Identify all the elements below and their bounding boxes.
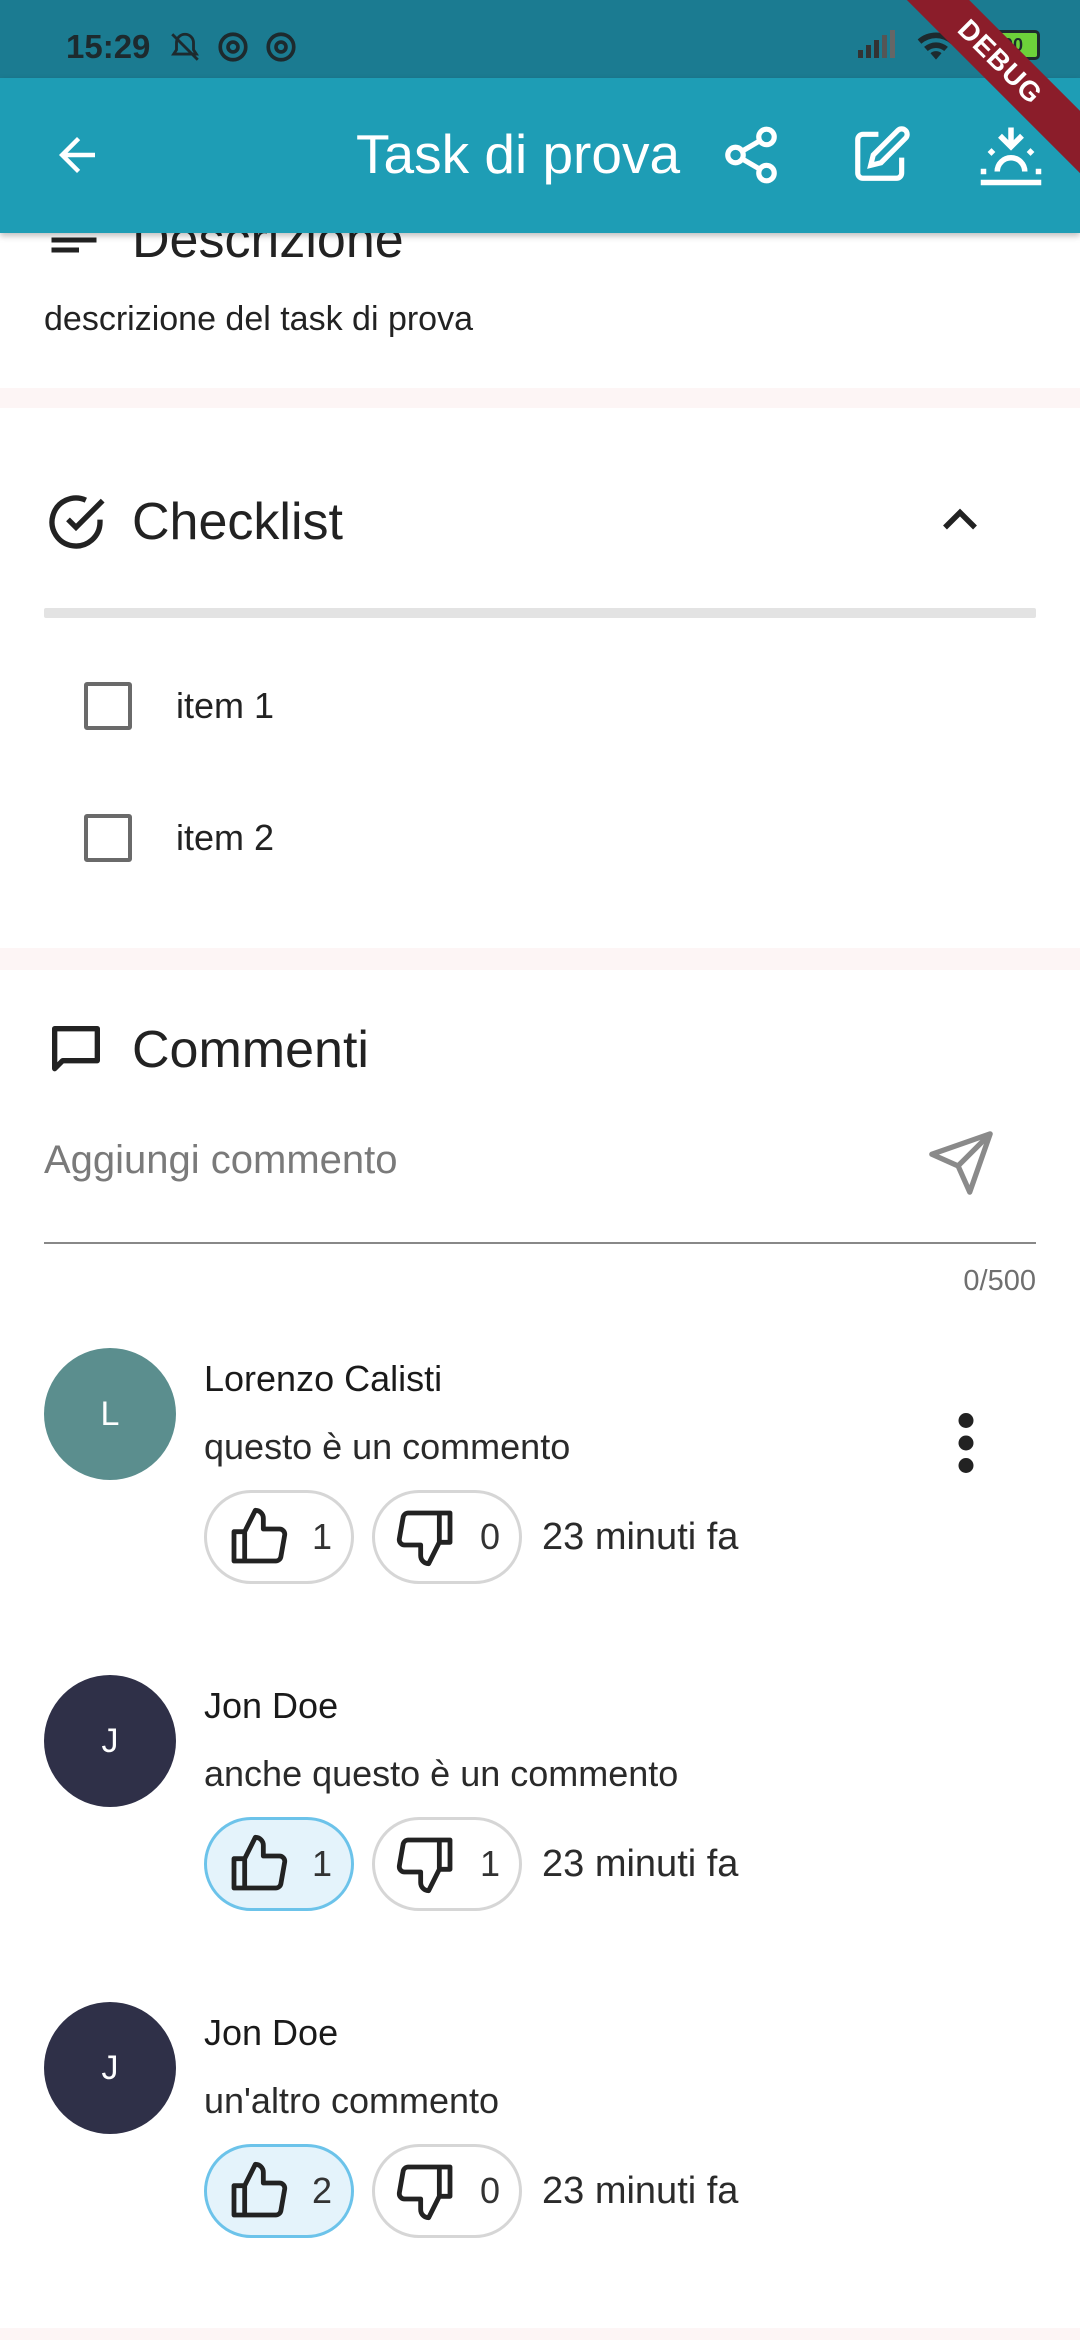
checklist-item[interactable]: item 1 (84, 682, 274, 730)
like-button[interactable]: 2 (204, 2144, 354, 2238)
block-icon (218, 32, 248, 62)
dislike-count: 0 (479, 2170, 501, 2211)
checkbox[interactable] (84, 682, 132, 730)
checklist-progress-bar (44, 608, 1036, 618)
share-icon (725, 126, 777, 184)
checklist-item[interactable]: item 2 (84, 814, 274, 862)
page-title: Task di prova (356, 123, 681, 185)
thumb-down-icon (396, 1510, 453, 1567)
comment-reactions: 1 0 23 minuti fa (204, 1490, 738, 1584)
comment-input[interactable]: Aggiungi commento (44, 1128, 1036, 1244)
send-icon (929, 1131, 993, 1195)
checklist-title: Checklist (132, 493, 343, 551)
like-count: 1 (311, 1843, 333, 1884)
sunset-icon (980, 127, 1042, 186)
avatar-initial: J (101, 2048, 119, 2087)
dislike-count: 1 (479, 1843, 501, 1884)
signal-icon (858, 30, 895, 58)
comment-timestamp: 23 minuti fa (542, 1842, 739, 1885)
thumb-up-icon (231, 2161, 288, 2218)
more-vert-icon (958, 1413, 974, 1473)
status-time: 15:29 (66, 28, 151, 65)
thumb-down-icon (396, 2164, 453, 2221)
share-button[interactable] (706, 110, 796, 200)
avatar: J (44, 2002, 176, 2134)
back-button[interactable] (32, 110, 122, 200)
edit-button[interactable] (836, 110, 926, 200)
chevron-up-icon (943, 508, 977, 530)
comment-timestamp: 23 minuti fa (542, 2169, 739, 2212)
dislike-button[interactable]: 0 (372, 1490, 522, 1584)
like-count: 1 (311, 1516, 333, 1557)
checklist-header: Checklist (44, 490, 343, 554)
description-text: descrizione del task di prova (44, 300, 474, 338)
thumb-up-icon (231, 1507, 288, 1564)
avatar: J (44, 1675, 176, 1807)
dislike-button[interactable]: 0 (372, 2144, 522, 2238)
section-divider (0, 948, 1080, 970)
comment-author: Lorenzo Calisti (204, 1358, 443, 1399)
avatar: L (44, 1348, 176, 1480)
like-button[interactable]: 1 (204, 1490, 354, 1584)
thumb-down-icon (396, 1837, 453, 1894)
character-counter: 0/500 (963, 1265, 1036, 1297)
comment-icon (52, 1026, 100, 1072)
comments-title: Commenti (132, 1021, 369, 1079)
comment-more-button[interactable] (946, 1408, 986, 1478)
check-circle-icon (49, 495, 105, 549)
status-notification-icons (168, 30, 298, 64)
dislike-button[interactable]: 1 (372, 1817, 522, 1911)
comment-reactions: 1 1 23 minuti fa (204, 1817, 738, 1911)
comment-reactions: 2 0 23 minuti fa (204, 2144, 738, 2238)
comments-header: Commenti (44, 1018, 369, 1082)
avatar-initial: L (100, 1394, 120, 1433)
comment-input-placeholder: Aggiungi commento (44, 1138, 398, 1182)
comment-item: L Lorenzo Calisti questo è un commento 1… (44, 1348, 1036, 1588)
comment-item: J Jon Doe un'altro commento 2 0 23 minut… (44, 2002, 1036, 2242)
bell-off-icon (171, 32, 199, 61)
block-icon-2 (266, 32, 296, 62)
send-button[interactable] (926, 1128, 1006, 1208)
comment-author: Jon Doe (204, 1685, 339, 1726)
checklist-item-label: item 2 (176, 817, 275, 858)
section-divider (0, 388, 1080, 408)
edit-icon (855, 126, 910, 181)
collapse-checklist-button[interactable] (930, 490, 990, 555)
comment-timestamp: 23 minuti fa (542, 1515, 739, 1558)
comment-text: questo è un commento (204, 1426, 571, 1467)
section-divider (0, 2328, 1080, 2340)
checkbox[interactable] (84, 814, 132, 862)
avatar-initial: J (101, 1721, 119, 1760)
like-count: 2 (311, 2170, 333, 2211)
arrow-back-icon (59, 137, 95, 173)
checklist-item-label: item 1 (176, 685, 275, 726)
comment-item: J Jon Doe anche questo è un commento 1 1… (44, 1675, 1036, 1915)
app-bar: Task di prova (0, 78, 1080, 233)
dislike-count: 0 (479, 1516, 501, 1557)
comment-author: Jon Doe (204, 2012, 339, 2053)
like-button[interactable]: 1 (204, 1817, 354, 1911)
comment-text: anche questo è un commento (204, 1753, 679, 1794)
thumb-up-icon (231, 1834, 288, 1891)
comment-text: un'altro commento (204, 2080, 500, 2121)
